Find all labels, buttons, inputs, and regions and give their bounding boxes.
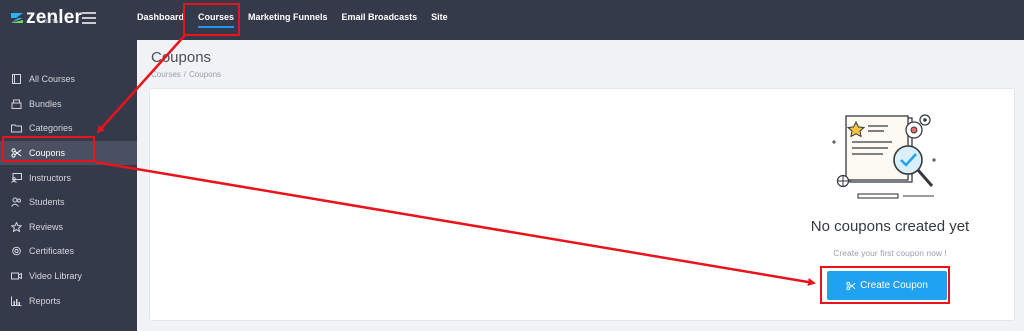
scissors-icon bbox=[10, 148, 22, 158]
sidebar-item-reports[interactable]: Reports bbox=[0, 288, 137, 313]
book-icon bbox=[10, 74, 22, 85]
top-bar: zenler BETA Dashboard Courses Marketing … bbox=[0, 0, 1024, 40]
sidebar-item-label: Categories bbox=[29, 123, 73, 134]
nav-courses[interactable]: Courses bbox=[198, 0, 235, 40]
breadcrumb-courses[interactable]: Courses bbox=[151, 70, 181, 79]
bundle-icon bbox=[10, 99, 22, 109]
zenler-logo-icon bbox=[11, 13, 23, 23]
page-header: Coupons Courses / Coupons bbox=[137, 40, 1024, 88]
chart-icon bbox=[10, 296, 22, 306]
create-coupon-label: Create Coupon bbox=[860, 280, 928, 291]
empty-state-title: No coupons created yet bbox=[810, 218, 970, 235]
nav-email-broadcasts[interactable]: Email Broadcasts bbox=[342, 0, 418, 40]
breadcrumb-separator: / bbox=[183, 70, 187, 79]
sidebar-item-label: Instructors bbox=[29, 172, 72, 183]
breadcrumb-coupons: Coupons bbox=[189, 70, 222, 79]
breadcrumb: Courses / Coupons bbox=[151, 70, 221, 79]
sidebar-item-label: All Courses bbox=[29, 74, 76, 85]
sidebar-item-bundles[interactable]: Bundles bbox=[0, 92, 137, 117]
sidebar-item-label: Certificates bbox=[29, 246, 75, 257]
sidebar-item-instructors[interactable]: Instructors bbox=[0, 165, 137, 190]
menu-toggle-icon[interactable] bbox=[82, 12, 96, 24]
beta-badge: BETA bbox=[44, 19, 59, 25]
folder-icon bbox=[10, 123, 22, 133]
empty-state-subtitle: Create your first coupon now ! bbox=[833, 248, 947, 258]
sidebar-item-students[interactable]: Students bbox=[0, 190, 137, 215]
certificate-icon bbox=[10, 246, 22, 256]
sidebar-item-label: Bundles bbox=[29, 98, 62, 109]
sidebar-item-coupons[interactable]: Coupons bbox=[0, 140, 137, 166]
star-icon bbox=[10, 221, 22, 232]
scissors-icon bbox=[846, 281, 856, 290]
sidebar: All Courses Bundles Categories Coupons I… bbox=[0, 40, 137, 331]
create-coupon-button[interactable]: Create Coupon bbox=[827, 271, 947, 300]
instructor-icon bbox=[10, 172, 22, 183]
sidebar-item-video-library[interactable]: Video Library bbox=[0, 264, 137, 289]
nav-marketing-funnels[interactable]: Marketing Funnels bbox=[248, 0, 328, 40]
nav-dashboard[interactable]: Dashboard bbox=[137, 0, 184, 40]
coupon-document-icon bbox=[832, 114, 936, 199]
nav-site[interactable]: Site bbox=[431, 0, 448, 40]
sidebar-item-label: Students bbox=[29, 197, 65, 208]
sidebar-item-label: Video Library bbox=[29, 271, 82, 282]
sidebar-item-label: Coupons bbox=[29, 148, 66, 159]
sidebar-item-label: Reports bbox=[29, 295, 61, 306]
sidebar-item-label: Reviews bbox=[29, 221, 64, 232]
page-title: Coupons bbox=[151, 49, 212, 66]
top-nav: Dashboard Courses Marketing Funnels Emai… bbox=[137, 0, 462, 40]
sidebar-item-all-courses[interactable]: All Courses bbox=[0, 67, 137, 92]
video-icon bbox=[10, 271, 22, 281]
sidebar-item-certificates[interactable]: Certificates bbox=[0, 239, 137, 264]
sidebar-item-categories[interactable]: Categories bbox=[0, 116, 137, 141]
sidebar-item-reviews[interactable]: Reviews bbox=[0, 215, 137, 240]
students-icon bbox=[10, 197, 22, 208]
